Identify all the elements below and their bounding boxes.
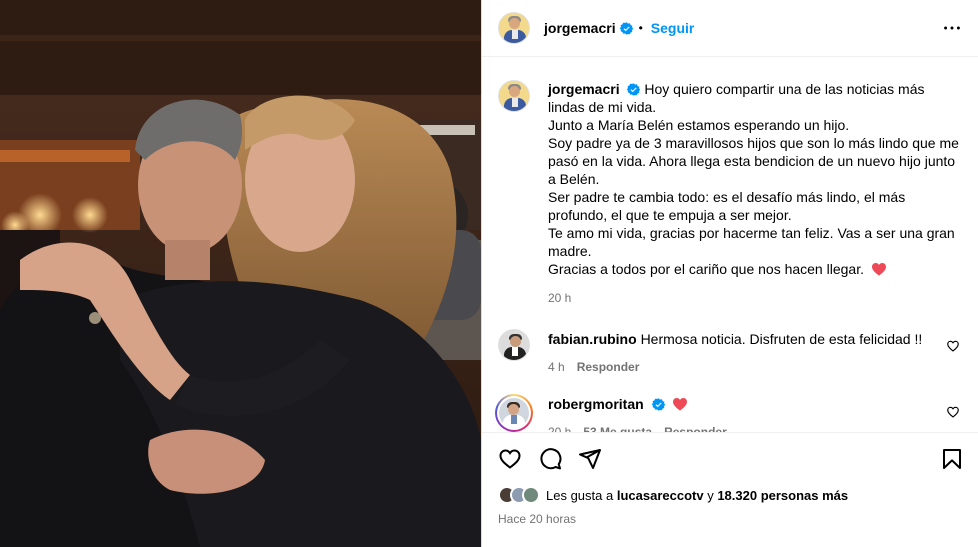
likes-text: Les gusta a lucasareccotv y 18.320 perso… (546, 488, 848, 503)
verified-badge-icon (619, 21, 633, 35)
post-caption: jorgemacri Hoy quiero compartir una de l… (498, 80, 962, 307)
likes-first-user[interactable]: lucasareccotv (617, 488, 704, 503)
verified-badge-icon (627, 83, 641, 96)
commenter-avatar[interactable] (499, 398, 529, 428)
author-avatar[interactable] (498, 12, 530, 44)
caption-line: Te amo mi vida, gracias por hacerme tan … (548, 225, 955, 259)
post-actions: Les gusta a lucasareccotv y 18.320 perso… (482, 432, 978, 526)
comment-username[interactable]: fabian.rubino (548, 331, 637, 347)
caption-text: jorgemacri Hoy quiero compartir una de l… (548, 80, 962, 307)
red-heart-emoji (673, 397, 688, 411)
heart-icon[interactable] (946, 405, 960, 419)
heart-icon[interactable] (946, 339, 960, 353)
liker-avatars (498, 486, 540, 504)
comment-text: Hermosa noticia. Disfruten de esta felic… (640, 331, 923, 347)
caption-line: Ser padre te cambia todo: es el desafío … (548, 189, 906, 223)
comment-item: fabian.rubino Hermosa noticia. Disfruten… (498, 329, 962, 376)
likes-summary[interactable]: Les gusta a lucasareccotv y 18.320 perso… (498, 486, 964, 504)
verified-badge-icon (651, 398, 665, 411)
comment-likes[interactable]: 53 Me gusta (583, 423, 652, 432)
reply-button[interactable]: Responder (664, 423, 727, 432)
post-header: jorgemacri • Seguir (482, 0, 978, 57)
separator-dot: • (638, 21, 643, 35)
follow-button[interactable]: Seguir (651, 20, 695, 36)
story-ring[interactable] (495, 394, 533, 432)
comment-body: robergmoritan 20 h 53 Me gusta Responder (548, 394, 938, 432)
likes-others[interactable]: 18.320 personas más (717, 488, 848, 503)
comments-section[interactable]: jorgemacri Hoy quiero compartir una de l… (482, 58, 978, 432)
red-heart-emoji (871, 262, 886, 276)
comment-item: robergmoritan 20 h 53 Me gusta Responder (495, 394, 962, 432)
comment-time[interactable]: 4 h (548, 358, 565, 376)
comment-time[interactable]: 20 h (548, 423, 571, 432)
post-details-panel: jorgemacri • Seguir jorgemacri Hoy quier… (481, 0, 978, 547)
caption-time[interactable]: 20 h (548, 289, 571, 307)
author-username[interactable]: jorgemacri (544, 20, 616, 36)
likes-joiner: y (707, 487, 714, 503)
post-photo[interactable] (0, 0, 481, 547)
reply-button[interactable]: Responder (577, 358, 640, 376)
caption-author-avatar[interactable] (498, 80, 530, 112)
comment-icon[interactable] (538, 447, 562, 471)
caption-username[interactable]: jorgemacri (548, 81, 620, 97)
post-timestamp[interactable]: Hace 20 horas (498, 512, 964, 526)
likes-prefix: Les gusta a (546, 487, 614, 503)
caption-line: Soy padre ya de 3 maravillosos hijos que… (548, 135, 959, 187)
more-options-icon[interactable] (940, 16, 964, 40)
caption-line: Gracias a todos por el cariño que nos ha… (548, 261, 864, 277)
caption-line: Junto a María Belén estamos esperando un… (548, 117, 850, 133)
commenter-avatar[interactable] (498, 329, 530, 361)
comment-username[interactable]: robergmoritan (548, 396, 644, 412)
share-icon[interactable] (578, 447, 602, 471)
comment-body: fabian.rubino Hermosa noticia. Disfruten… (548, 329, 938, 376)
liker-avatar (522, 486, 540, 504)
photo-illustration (0, 0, 481, 547)
bookmark-icon[interactable] (940, 447, 964, 471)
heart-icon[interactable] (498, 447, 522, 471)
